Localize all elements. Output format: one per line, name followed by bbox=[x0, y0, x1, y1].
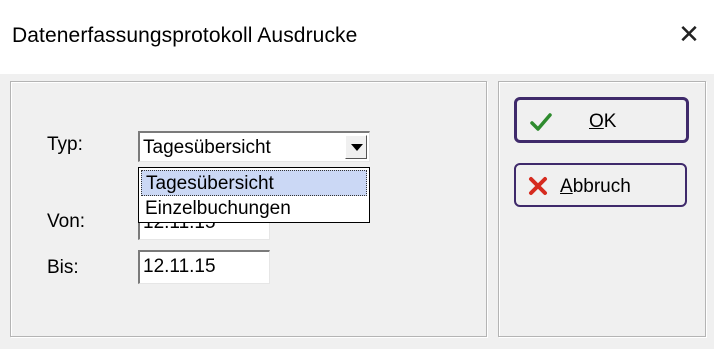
cancel-label: Abbruch bbox=[560, 176, 631, 197]
dropdown-option[interactable]: Tagesübersicht bbox=[141, 170, 367, 196]
bis-input[interactable]: 12.11.15 bbox=[138, 250, 270, 284]
typ-combobox[interactable]: Tagesübersicht bbox=[138, 131, 370, 162]
typ-label: Typ: bbox=[47, 134, 83, 155]
ok-button[interactable]: OK bbox=[514, 97, 689, 143]
cross-icon bbox=[529, 177, 547, 195]
cancel-button[interactable]: Abbruch bbox=[514, 163, 687, 207]
bis-input-value: 12.11.15 bbox=[143, 256, 216, 277]
close-icon[interactable]: ✕ bbox=[674, 18, 704, 52]
title-bar: Datenerfassungsprotokoll Ausdrucke ✕ bbox=[0, 0, 714, 74]
chevron-down-icon[interactable] bbox=[345, 135, 367, 159]
ok-label: OK bbox=[589, 111, 617, 132]
typ-combobox-value: Tagesübersicht bbox=[143, 137, 271, 158]
checkmark-icon bbox=[530, 113, 552, 131]
dropdown-option[interactable]: Einzelbuchungen bbox=[141, 196, 367, 222]
von-label: Von: bbox=[47, 211, 86, 232]
window-title: Datenerfassungsprotokoll Ausdrucke bbox=[12, 24, 358, 47]
typ-dropdown-list: Tagesübersicht Einzelbuchungen bbox=[138, 167, 370, 223]
bis-label: Bis: bbox=[47, 257, 79, 278]
